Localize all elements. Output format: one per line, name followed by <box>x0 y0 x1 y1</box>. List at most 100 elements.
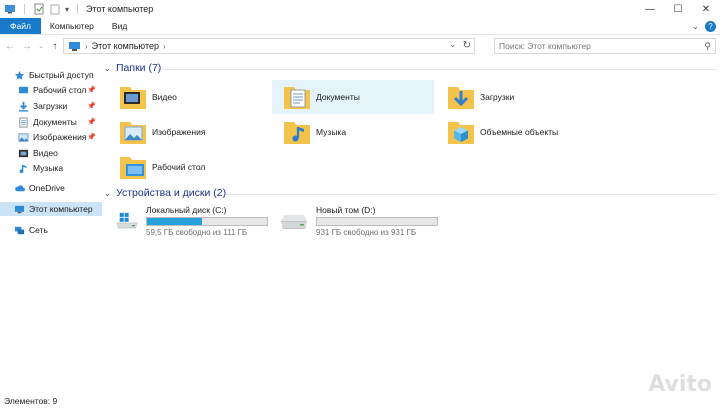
folder-label: Загрузки <box>480 92 515 102</box>
watermark-logo: Avito <box>648 372 712 397</box>
network-icon <box>14 226 25 234</box>
ribbon-right-controls: ⌄ ? <box>691 20 716 33</box>
computer-icon <box>14 205 25 213</box>
music-folder-icon <box>284 122 310 144</box>
folder-pictures[interactable]: Изображения <box>108 115 268 149</box>
sidebar-item-this-pc[interactable]: Этот компьютер <box>0 202 102 216</box>
breadcrumb[interactable]: Этот компьютер <box>92 41 159 51</box>
recent-locations-button[interactable]: ⌄ <box>37 39 45 53</box>
group-header-label: Папки (7) <box>116 62 162 74</box>
refresh-icon[interactable]: ↻ <box>463 40 471 51</box>
toolbar-divider <box>24 4 25 14</box>
search-input[interactable] <box>499 41 689 51</box>
folder-desktop[interactable]: Рабочий стол <box>108 150 268 184</box>
collapse-chevron-icon[interactable]: ⌄ <box>104 64 112 73</box>
computer-icon[interactable] <box>4 3 16 15</box>
tab-file[interactable]: Файл <box>0 18 41 34</box>
toolbar-divider <box>77 4 79 14</box>
sidebar-item-downloads[interactable]: Загрузки 📌 <box>0 99 102 113</box>
sidebar-item-onedrive[interactable]: OneDrive <box>0 181 102 195</box>
sidebar-item-music[interactable]: Музыка <box>0 161 102 175</box>
folder-documents[interactable]: Документы <box>272 80 434 114</box>
folder-downloads[interactable]: Загрузки <box>436 80 596 114</box>
content-pane: ⌄ Папки (7) Видео Документы Загрузки Изо… <box>104 58 720 388</box>
close-button[interactable]: ✕ <box>692 0 720 18</box>
window-controls: — ☐ ✕ <box>636 0 720 18</box>
sidebar-item-label: Рабочий стол <box>33 85 87 95</box>
expand-ribbon-icon[interactable]: ⌄ <box>691 21 699 32</box>
address-dropdown-icon[interactable]: ⌄ <box>449 40 456 49</box>
navigation-bar: ← → ⌄ ↑ › Этот компьютер › ⌄ ↻ ⚲ <box>0 37 720 55</box>
folder-label: Рабочий стол <box>152 162 206 172</box>
pin-icon[interactable]: 📌 <box>87 102 96 110</box>
tab-computer[interactable]: Компьютер <box>41 18 103 34</box>
pin-icon[interactable]: 📌 <box>87 86 96 94</box>
drive-free-space: 931 ГБ свободно из 931 ГБ <box>316 228 417 237</box>
breadcrumb-chevron-icon[interactable]: › <box>163 42 166 51</box>
pin-icon[interactable]: 📌 <box>87 118 96 126</box>
search-box[interactable]: ⚲ <box>494 38 716 54</box>
minimize-button[interactable]: — <box>636 0 664 18</box>
group-header-devices[interactable]: ⌄ Устройства и диски (2) <box>104 187 716 199</box>
downloads-folder-icon <box>448 87 474 109</box>
drive-details: Новый том (D:) 931 ГБ свободно из 931 ГБ <box>316 205 438 239</box>
window-title: Этот компьютер <box>86 4 154 14</box>
drive-free-space: 59,5 ГБ свободно из 111 ГБ <box>146 228 248 237</box>
sidebar-item-label: Сеть <box>29 225 48 235</box>
sidebar-item-label: Этот компьютер <box>29 204 93 214</box>
group-header-folders[interactable]: ⌄ Папки (7) <box>104 62 716 74</box>
drive-usage-bar <box>316 217 438 226</box>
collapse-chevron-icon[interactable]: ⌄ <box>104 189 112 198</box>
sidebar-item-pictures[interactable]: Изображения 📌 <box>0 130 102 144</box>
folder-music[interactable]: Музыка <box>272 115 432 149</box>
sidebar-item-documents[interactable]: Документы 📌 <box>0 115 102 129</box>
video-folder-icon <box>120 87 146 109</box>
address-bar[interactable]: › Этот компьютер › ⌄ ↻ <box>63 38 475 54</box>
folder-label: Изображения <box>152 127 206 137</box>
cloud-icon <box>15 184 25 191</box>
desktop-icon <box>18 86 29 93</box>
maximize-button[interactable]: ☐ <box>664 0 692 18</box>
sidebar-item-label: Загрузки <box>33 101 68 111</box>
sidebar-item-video[interactable]: Видео <box>0 146 102 160</box>
breadcrumb-separator-icon[interactable]: › <box>85 42 88 51</box>
sidebar-item-label: Изображения <box>33 132 87 142</box>
title-bar: ▾ Этот компьютер — ☐ ✕ <box>0 0 720 18</box>
drive-usage-bar <box>146 217 268 226</box>
sidebar-item-quick-access[interactable]: Быстрый доступ <box>0 68 102 82</box>
properties-icon[interactable] <box>33 3 45 15</box>
drive-usage-fill <box>147 218 203 225</box>
sidebar-item-desktop[interactable]: Рабочий стол 📌 <box>0 83 102 97</box>
group-header-label: Устройства и диски (2) <box>116 187 227 199</box>
folder-3d-objects[interactable]: Объемные объекты <box>436 115 616 149</box>
document-icon <box>19 116 28 128</box>
folder-label: Видео <box>152 92 177 102</box>
drive-c[interactable]: Локальный диск (C:) 59,5 ГБ свободно из … <box>106 205 268 239</box>
new-folder-icon[interactable] <box>49 3 61 15</box>
pin-icon[interactable]: 📌 <box>87 133 96 141</box>
computer-icon <box>69 41 80 51</box>
star-icon <box>14 70 25 80</box>
folder-label: Объемные объекты <box>480 127 559 137</box>
up-button[interactable]: ↑ <box>48 39 62 53</box>
sidebar-item-network[interactable]: Сеть <box>0 223 102 237</box>
video-icon <box>18 149 29 157</box>
sidebar-item-label: Музыка <box>33 163 64 173</box>
status-bar-count: Элементов: 9 <box>4 396 58 406</box>
drive-label: Новый том (D:) <box>316 205 376 215</box>
drive-d[interactable]: Новый том (D:) 931 ГБ свободно из 931 ГБ <box>270 205 440 239</box>
drive-details: Локальный диск (C:) 59,5 ГБ свободно из … <box>146 205 268 239</box>
group-divider <box>162 69 716 70</box>
tab-view[interactable]: Вид <box>103 18 136 34</box>
help-icon[interactable]: ? <box>705 21 716 32</box>
3d-objects-folder-icon <box>448 122 474 144</box>
documents-folder-icon <box>284 87 310 109</box>
ribbon-tabs: Файл Компьютер Вид ⌄ ? <box>0 18 720 35</box>
back-button[interactable]: ← <box>3 39 17 53</box>
forward-button[interactable]: → <box>20 39 34 53</box>
group-divider <box>226 194 716 195</box>
customize-toolbar-icon[interactable]: ▾ <box>65 5 69 14</box>
folder-video[interactable]: Видео <box>108 80 268 114</box>
sidebar-item-label: OneDrive <box>29 183 65 193</box>
search-icon[interactable]: ⚲ <box>704 41 711 52</box>
